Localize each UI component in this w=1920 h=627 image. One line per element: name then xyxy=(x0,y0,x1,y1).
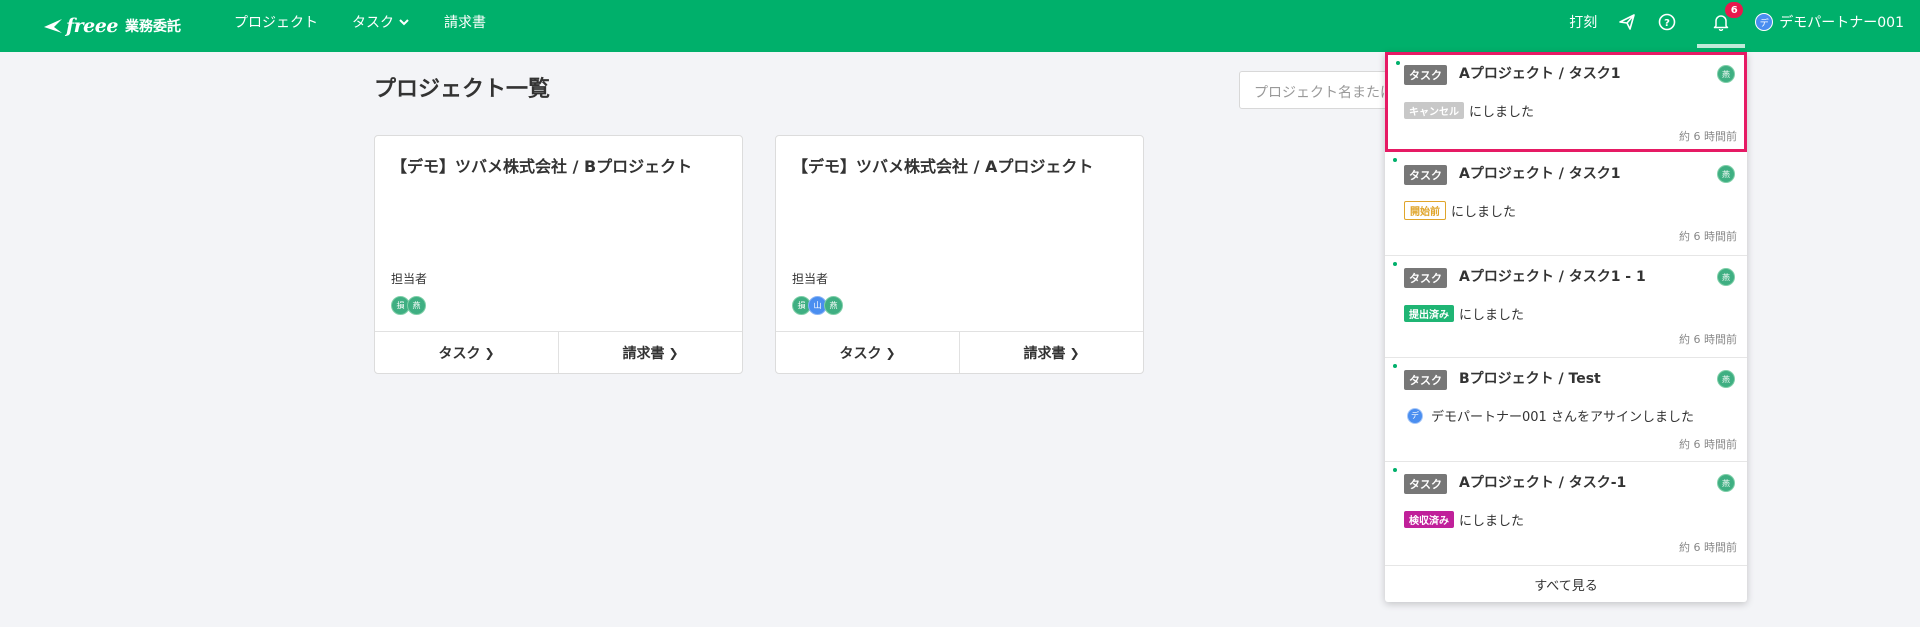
notification-count-badge: 6 xyxy=(1725,2,1744,18)
notification-message: キャンセル にしました xyxy=(1404,101,1534,120)
notification-item[interactable]: タスク Aプロジェクト / タスク1 燕 開始前 にしました 約 6 時間前 xyxy=(1385,152,1747,256)
status-badge: 提出済み xyxy=(1404,305,1454,322)
owner-label: 担当者 xyxy=(792,272,829,286)
card-footer: タスク ❯ 請求書 ❯ xyxy=(375,331,742,373)
avatar: 燕 xyxy=(1717,165,1735,183)
project-card-title[interactable]: 【デモ】ツバメ株式会社 / Bプロジェクト xyxy=(391,153,692,177)
timestamp: 約 6 時間前 xyxy=(1679,230,1737,243)
page-title: プロジェクト一覧 xyxy=(374,77,551,102)
chevron-down-icon xyxy=(399,19,409,26)
type-tag: タスク xyxy=(1404,268,1447,288)
clock-in-button[interactable]: 打刻 xyxy=(1569,12,1597,32)
svg-text:?: ? xyxy=(1664,18,1670,29)
invoices-button[interactable]: 請求書 ❯ xyxy=(959,332,1143,373)
notifications-dropdown: タスク Aプロジェクト / タスク1 燕 キャンセル にしました 約 6 時間前… xyxy=(1385,52,1747,602)
unread-dot xyxy=(1393,262,1397,266)
unread-dot xyxy=(1393,158,1397,162)
status-badge: 開始前 xyxy=(1404,201,1446,220)
freee-logo[interactable]: freee 業務委託 xyxy=(42,10,181,42)
owner-label: 担当者 xyxy=(391,272,428,286)
notification-title: Aプロジェクト / タスク1 xyxy=(1459,166,1621,182)
chevron-right-icon: ❯ xyxy=(1069,345,1080,360)
swallow-logo-icon xyxy=(44,19,62,33)
chevron-right-icon: ❯ xyxy=(484,345,495,360)
avatar: 燕 xyxy=(824,296,843,315)
type-tag: タスク xyxy=(1404,65,1447,85)
type-tag: タスク xyxy=(1404,165,1447,185)
chevron-right-icon: ❯ xyxy=(885,345,896,360)
main-nav: プロジェクト タスク 請求書 xyxy=(234,0,520,44)
nav-projects[interactable]: プロジェクト xyxy=(234,12,318,32)
notification-item[interactable]: タスク Bプロジェクト / Test 燕 デ デモパートナー001 さんをアサイ… xyxy=(1385,358,1747,462)
project-card-title[interactable]: 【デモ】ツバメ株式会社 / Aプロジェクト xyxy=(792,153,1093,177)
timestamp: 約 6 時間前 xyxy=(1679,438,1737,451)
header-actions: 打刻 ? 6 デ デモパートナー001 xyxy=(1569,0,1920,48)
timestamp: 約 6 時間前 xyxy=(1679,333,1737,346)
notification-item[interactable]: タスク Aプロジェクト / タスク1 燕 キャンセル にしました 約 6 時間前 xyxy=(1385,52,1747,152)
help-icon[interactable]: ? xyxy=(1657,12,1677,32)
project-card[interactable]: 【デモ】ツバメ株式会社 / Aプロジェクト 担当者 損 山 燕 タスク ❯ 請求書… xyxy=(775,135,1144,374)
notification-title: Aプロジェクト / タスク1 - 1 xyxy=(1459,269,1646,285)
notification-title: Aプロジェクト / タスク1 xyxy=(1459,66,1621,82)
send-icon[interactable] xyxy=(1617,12,1637,32)
card-footer: タスク ❯ 請求書 ❯ xyxy=(776,331,1143,373)
unread-dot xyxy=(1393,364,1397,368)
notification-message: 検収済み にしました xyxy=(1404,510,1524,529)
notifications-button[interactable]: 6 xyxy=(1697,0,1746,48)
nav-invoices[interactable]: 請求書 xyxy=(444,12,486,32)
notification-item[interactable]: タスク Aプロジェクト / タスク1 - 1 燕 提出済み にしました 約 6 … xyxy=(1385,256,1747,358)
avatar: 燕 xyxy=(1717,474,1735,492)
tasks-button[interactable]: タスク ❯ xyxy=(776,332,959,373)
chevron-right-icon: ❯ xyxy=(668,345,679,360)
tasks-button[interactable]: タスク ❯ xyxy=(375,332,558,373)
avatar: 燕 xyxy=(1717,268,1735,286)
notification-title: Bプロジェクト / Test xyxy=(1459,371,1601,387)
owner-avatars: 損 燕 xyxy=(391,296,426,315)
unread-dot xyxy=(1396,61,1400,65)
user-menu[interactable]: デ デモパートナー001 xyxy=(1755,12,1904,32)
see-all-notifications-link[interactable]: すべて見る xyxy=(1385,566,1747,602)
notification-message: 提出済み にしました xyxy=(1404,304,1524,323)
type-tag: タスク xyxy=(1404,370,1447,390)
notification-item[interactable]: タスク Aプロジェクト / タスク-1 燕 検収済み にしました 約 6 時間前 xyxy=(1385,462,1747,566)
type-tag: タスク xyxy=(1404,474,1447,494)
avatar: 燕 xyxy=(1717,370,1735,388)
top-header: freee 業務委託 プロジェクト タスク 請求書 打刻 ? 6 デ デモパート… xyxy=(0,0,1920,52)
avatar: 燕 xyxy=(1717,65,1735,83)
user-avatar: デ xyxy=(1755,13,1774,31)
assignee-avatar: デ xyxy=(1407,407,1423,424)
nav-tasks[interactable]: タスク xyxy=(352,12,410,32)
logo-text: freee xyxy=(66,15,118,37)
notification-title: Aプロジェクト / タスク-1 xyxy=(1459,475,1627,491)
unread-dot xyxy=(1393,468,1397,472)
notification-message: デ デモパートナー001 さんをアサインしました xyxy=(1407,406,1694,425)
avatar: 燕 xyxy=(407,296,426,315)
user-name: デモパートナー001 xyxy=(1779,15,1904,31)
owner-avatars: 損 山 燕 xyxy=(792,296,843,315)
notification-message: 開始前 にしました xyxy=(1404,201,1516,220)
status-badge: 検収済み xyxy=(1404,511,1454,528)
search-input[interactable]: プロジェクト名または xyxy=(1239,71,1399,109)
timestamp: 約 6 時間前 xyxy=(1679,541,1737,554)
timestamp: 約 6 時間前 xyxy=(1679,130,1737,143)
status-badge: キャンセル xyxy=(1404,102,1464,119)
logo-subtitle: 業務委託 xyxy=(124,19,181,35)
invoices-button[interactable]: 請求書 ❯ xyxy=(558,332,742,373)
project-card[interactable]: 【デモ】ツバメ株式会社 / Bプロジェクト 担当者 損 燕 タスク ❯ 請求書 ❯ xyxy=(374,135,743,374)
